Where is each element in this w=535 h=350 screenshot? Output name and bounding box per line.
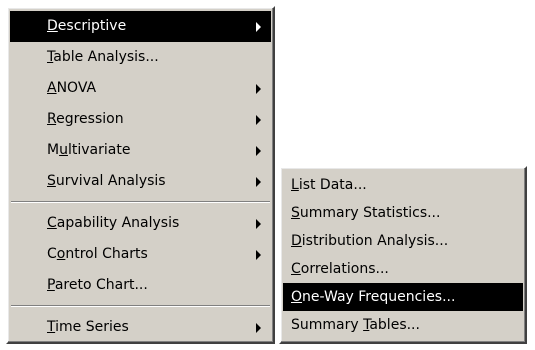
submenu-item-one-way-frequencies[interactable]: One-Way Frequencies...: [283, 283, 523, 311]
submenu-arrow-icon: [256, 249, 261, 260]
menu-item-label: ables...: [369, 317, 420, 333]
menu-item-label: ist Data...: [298, 177, 367, 193]
menu-item-accelerator: S: [47, 173, 56, 189]
menu-item-table-analysis[interactable]: Table Analysis...: [10, 42, 271, 73]
submenu-arrow-icon: [256, 218, 261, 229]
menu-item-time-series[interactable]: Time Series: [10, 312, 271, 343]
menu-item-label: NOVA: [56, 80, 97, 96]
menu-item-accelerator: u: [59, 142, 68, 158]
menu-item-accelerator: P: [47, 277, 55, 293]
menu-item-multivariate[interactable]: Multivariate: [10, 135, 271, 166]
submenu-item-distribution-analysis[interactable]: Distribution Analysis...: [283, 227, 523, 255]
submenu-arrow-icon: [256, 114, 261, 125]
submenu-item-correlations[interactable]: Correlations...: [283, 255, 523, 283]
submenu-arrow-icon: [256, 83, 261, 94]
menu-item-anova[interactable]: ANOVA: [10, 73, 271, 104]
menu-item-label: urvival Analysis: [55, 173, 166, 189]
menu-item-accelerator: D: [47, 18, 58, 34]
menu-item-label: egression: [56, 111, 124, 127]
submenu-item-list-data[interactable]: List Data...: [283, 171, 523, 199]
submenu-item-summary-tables[interactable]: Summary Tables...: [283, 311, 523, 339]
menu-item-label: M: [47, 142, 60, 158]
menu-separator: [11, 201, 270, 203]
menu-item-survival-analysis[interactable]: Survival Analysis: [10, 166, 271, 197]
submenu-arrow-icon: [256, 322, 261, 333]
menu-item-accelerator: A: [47, 80, 57, 96]
menu-item-pareto-chart[interactable]: Pareto Chart...: [10, 270, 271, 301]
menu-item-label: C: [47, 246, 57, 262]
menu-item-label: apability Analysis: [56, 215, 180, 231]
menu-item-accelerator: C: [291, 261, 301, 277]
menu-item-accelerator: L: [291, 177, 299, 193]
menu-item-control-charts[interactable]: Control Charts: [10, 239, 271, 270]
analysis-menu: Descriptive Table Analysis... ANOVA Regr…: [6, 6, 275, 344]
submenu-item-summary-statistics[interactable]: Summary Statistics...: [283, 199, 523, 227]
menu-item-capability-analysis[interactable]: Capability Analysis: [10, 208, 271, 239]
menu-item-accelerator: O: [291, 289, 303, 305]
menu-item-label: orrelations...: [300, 261, 389, 277]
menu-item-accelerator: C: [47, 215, 57, 231]
menu-item-descriptive[interactable]: Descriptive: [10, 11, 271, 42]
menu-item-label: ne-Way Frequencies...: [302, 289, 456, 305]
menu-item-label: areto Chart...: [54, 277, 148, 293]
menu-item-label: istribution Analysis...: [301, 233, 449, 249]
submenu-arrow-icon: [256, 145, 261, 156]
menu-item-label: ntrol Charts: [65, 246, 148, 262]
menu-item-label: able Analysis...: [53, 49, 159, 65]
menu-item-accelerator: D: [291, 233, 302, 249]
menu-item-label: ime Series: [55, 319, 129, 335]
menu-item-label: ltivariate: [67, 142, 131, 158]
menu-separator: [11, 305, 270, 307]
menu-item-accelerator: R: [47, 111, 57, 127]
submenu-arrow-icon: [256, 176, 261, 187]
menu-item-label: escriptive: [57, 18, 127, 34]
submenu-arrow-icon: [256, 21, 261, 32]
menu-item-accelerator: T: [47, 319, 56, 335]
descriptive-submenu: List Data... Summary Statistics... Distr…: [279, 166, 527, 344]
menu-item-label: ummary Statistics...: [299, 205, 441, 221]
menu-item-label: Summary: [291, 317, 364, 333]
menu-item-regression[interactable]: Regression: [10, 104, 271, 135]
menu-item-accelerator: S: [291, 205, 300, 221]
